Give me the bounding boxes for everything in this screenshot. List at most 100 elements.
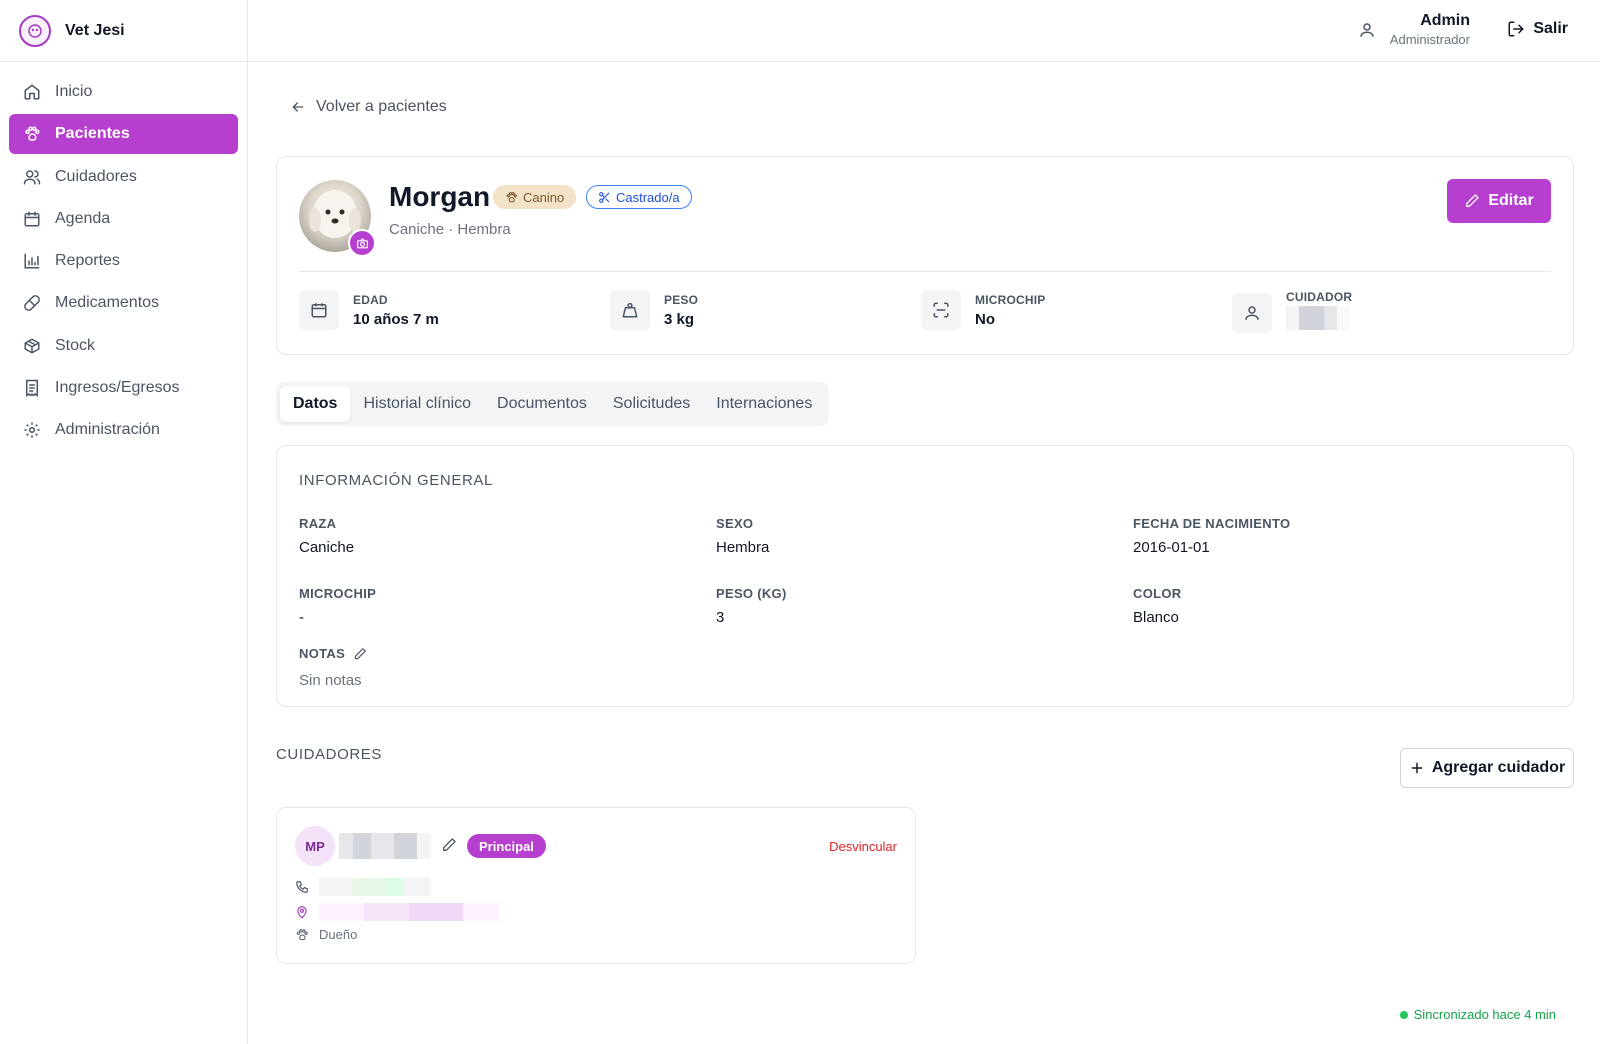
neutered-badge: Castrado/a [586,185,692,209]
user-role: Administrador [1389,32,1470,47]
field-value: Caniche [299,539,355,556]
field-value: Hembra [716,539,770,556]
brand-name: Vet Jesi [65,21,125,39]
camera-icon[interactable] [348,229,376,257]
sidebar-item-cuidadores[interactable]: Cuidadores [9,157,238,197]
edit-button[interactable]: Editar [1447,179,1551,223]
logout-button[interactable]: Salir [1507,20,1568,38]
sidebar-item-label: Medicamentos [55,294,160,312]
user-menu[interactable]: Admin Administrador [1358,11,1470,49]
sidebar: Vet Jesi Inicio Pacientes Cuidadores Age… [0,0,248,1044]
notes-label: NOTAS [299,646,346,661]
field-label: RAZA [299,516,337,531]
gear-icon [24,422,40,438]
notes-value: Sin notas [299,672,362,689]
field-notes: NOTAS Sin notas [299,646,367,689]
avatar: MP [295,826,335,866]
tab-datos[interactable]: Datos [280,386,351,422]
edit-label: Editar [1488,192,1534,209]
phone-icon [296,881,308,893]
tab-documentos[interactable]: Documentos [484,386,600,422]
paw-icon [506,191,517,202]
field-color: COLOR Blanco [1133,586,1181,626]
field-birth-date: FECHA DE NACIMIENTO 2016-01-01 [1133,516,1290,556]
paw-icon [25,126,40,142]
stat-label: CUIDADOR [1286,290,1353,304]
sync-status: Sincronizado hace 4 min [1399,1007,1556,1022]
add-caregiver-button[interactable]: Agregar cuidador [1400,748,1574,788]
sidebar-item-medicamentos[interactable]: Medicamentos [9,283,238,323]
field-sex: SEXO Hembra [716,516,769,556]
stat-age: EDAD 10 años 7 m [299,290,439,330]
patient-profile-card: Morgan Canino Castrado/a Caniche · Hembr… [276,156,1574,355]
field-value: - [299,609,304,626]
bar-chart-icon [24,253,40,269]
user-icon [1232,292,1272,333]
calendar-icon [24,211,40,227]
tab-internaciones[interactable]: Internaciones [703,386,825,422]
sidebar-item-pacientes[interactable]: Pacientes [9,114,238,155]
field-label: MICROCHIP [299,586,377,601]
sidebar-item-label: Ingresos/Egresos [55,379,180,397]
sidebar-item-label: Stock [55,336,96,354]
stat-value: 10 años 7 m [353,310,439,328]
general-info-card: INFORMACIÓN GENERAL RAZA Caniche SEXO He… [276,445,1574,707]
sidebar-item-label: Inicio [55,83,93,100]
field-value: Blanco [1133,609,1179,626]
species-badge: Canino [493,185,577,209]
sidebar-item-stock[interactable]: Stock [9,326,238,366]
stat-weight: PESO 3 kg [610,290,698,330]
pill-icon [24,295,40,312]
logo-icon [19,14,51,47]
stat-label: EDAD [353,292,388,307]
add-caregiver-label: Agregar cuidador [1431,759,1566,776]
sync-label: Sincronizado hace 4 min [1413,1007,1556,1022]
caregiver-address [295,903,499,921]
pencil-icon [1466,194,1479,207]
tab-bar: Datos Historial clínico Documentos Solic… [276,382,830,426]
patient-name: Morgan [389,181,491,212]
scissors-icon [599,191,610,203]
sidebar-nav: Inicio Pacientes Cuidadores Agenda Repor… [0,62,247,463]
pencil-icon[interactable] [353,647,367,661]
sidebar-item-agenda[interactable]: Agenda [9,199,238,239]
stat-label: MICROCHIP [975,292,1046,307]
pencil-icon[interactable] [441,837,457,853]
field-weight: PESO (KG) 3 [716,586,787,626]
unlink-button[interactable]: Desvincular [829,839,897,854]
stat-microchip: MICROCHIP No [921,290,1045,330]
field-label: PESO (KG) [716,586,787,601]
back-label: Volver a pacientes [316,98,447,115]
caregivers-title: CUIDADORES [276,746,383,763]
sidebar-item-reportes[interactable]: Reportes [9,241,238,281]
brand[interactable]: Vet Jesi [0,0,247,62]
sidebar-item-ingresos-egresos[interactable]: Ingresos/Egresos [9,368,238,408]
plus-icon [1411,762,1423,774]
map-pin-icon [297,906,307,919]
status-dot-icon [1399,1010,1408,1019]
sidebar-item-inicio[interactable]: Inicio [9,72,238,112]
paw-icon [296,928,308,940]
caregiver-card: MP Principal Desvincular Dueño [276,807,916,964]
receipt-icon [26,379,38,397]
back-link[interactable]: Volver a pacientes [290,98,447,116]
stat-value: No [975,310,995,328]
tab-solicitudes[interactable]: Solicitudes [600,386,703,422]
logout-label: Salir [1533,20,1568,37]
sidebar-item-label: Reportes [55,252,120,270]
field-label: COLOR [1133,586,1182,601]
sidebar-item-label: Administración [55,421,160,439]
neutered-label: Castrado/a [616,189,680,205]
field-label: FECHA DE NACIMIENTO [1133,516,1291,531]
section-title: INFORMACIÓN GENERAL [299,472,493,489]
tab-historial-clinico[interactable]: Historial clínico [350,386,484,422]
species-label: Canino [523,189,565,205]
relation-label: Dueño [319,927,358,942]
phone-redacted [319,878,431,896]
user-name: Admin [1420,12,1470,29]
sidebar-item-administracion[interactable]: Administración [9,410,238,450]
caregiver-phone [295,878,431,896]
top-bar: Admin Administrador Salir [249,0,1600,62]
sidebar-item-label: Pacientes [55,125,130,143]
patient-subtitle: Caniche · Hembra [389,221,511,238]
